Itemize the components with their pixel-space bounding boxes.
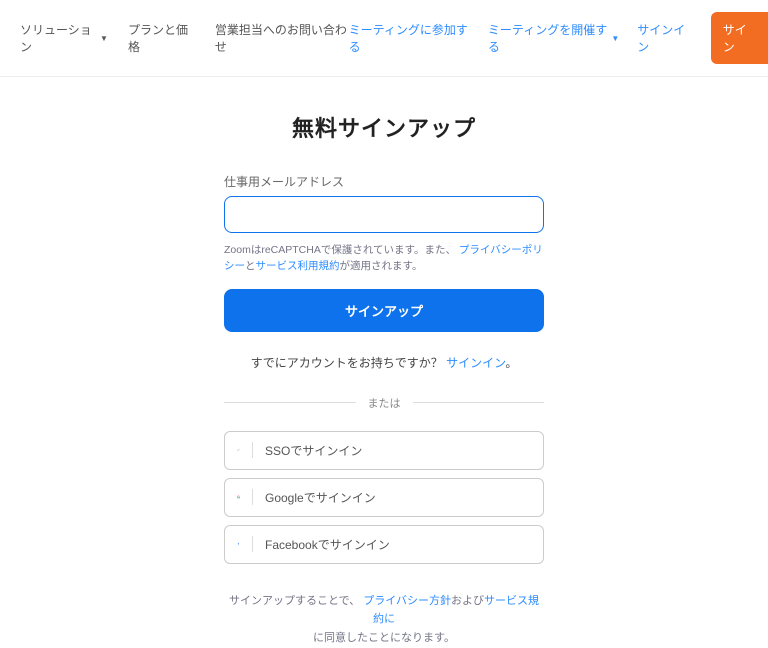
signup-button[interactable]: サインアップ — [224, 289, 544, 332]
nav-contact-sales[interactable]: 営業担当へのお問い合わせ — [215, 21, 349, 55]
google-signin-button[interactable]: Googleでサインイン — [224, 478, 544, 517]
key-icon — [237, 442, 253, 458]
nav-right: ミーティングに参加する ミーティングを開催する▼ サインイン サイン — [349, 12, 768, 64]
sso-label: SSOでサインイン — [265, 442, 362, 459]
nav-join-meeting[interactable]: ミーティングに参加する — [349, 21, 470, 55]
facebook-signin-button[interactable]: Facebookでサインイン — [224, 525, 544, 564]
signin-link[interactable]: サインイン — [446, 356, 505, 370]
agree-privacy-link[interactable]: プライバシー方針 — [363, 595, 451, 607]
chevron-down-icon: ▼ — [100, 34, 108, 43]
nav-host-meeting[interactable]: ミーティングを開催する▼ — [488, 21, 619, 55]
email-label: 仕事用メールアドレス — [224, 173, 544, 190]
nav-signup-button[interactable]: サイン — [711, 12, 768, 64]
nav-signin[interactable]: サインイン — [637, 21, 692, 55]
already-account: すでにアカウントをお持ちですか？ サインイン。 — [224, 354, 544, 371]
facebook-label: Facebookでサインイン — [265, 536, 390, 553]
facebook-icon — [237, 536, 253, 552]
nav-left: ソリューション▼ プランと価格 営業担当へのお問い合わせ — [20, 21, 349, 55]
google-label: Googleでサインイン — [265, 489, 376, 506]
or-divider: または — [224, 395, 544, 411]
google-icon — [237, 489, 253, 505]
signup-form: 無料サインアップ 仕事用メールアドレス ZoomはreCAPTCHAで保護されて… — [224, 111, 544, 648]
chevron-down-icon: ▼ — [611, 34, 619, 43]
recaptcha-note: ZoomはreCAPTCHAで保護されています。また、 プライバシーポリシーとサ… — [224, 243, 544, 275]
agree-note: サインアップすることで、 プライバシー方針およびサービス規約に に同意したことに… — [224, 592, 544, 648]
nav-plans[interactable]: プランと価格 — [128, 21, 195, 55]
top-nav: ソリューション▼ プランと価格 営業担当へのお問い合わせ ミーティングに参加する… — [0, 0, 768, 77]
sso-signin-button[interactable]: SSOでサインイン — [224, 431, 544, 470]
tos-link[interactable]: サービス利用規約 — [256, 260, 340, 272]
nav-solutions[interactable]: ソリューション▼ — [20, 21, 108, 55]
email-input[interactable] — [224, 196, 544, 233]
page-title: 無料サインアップ — [224, 111, 544, 143]
